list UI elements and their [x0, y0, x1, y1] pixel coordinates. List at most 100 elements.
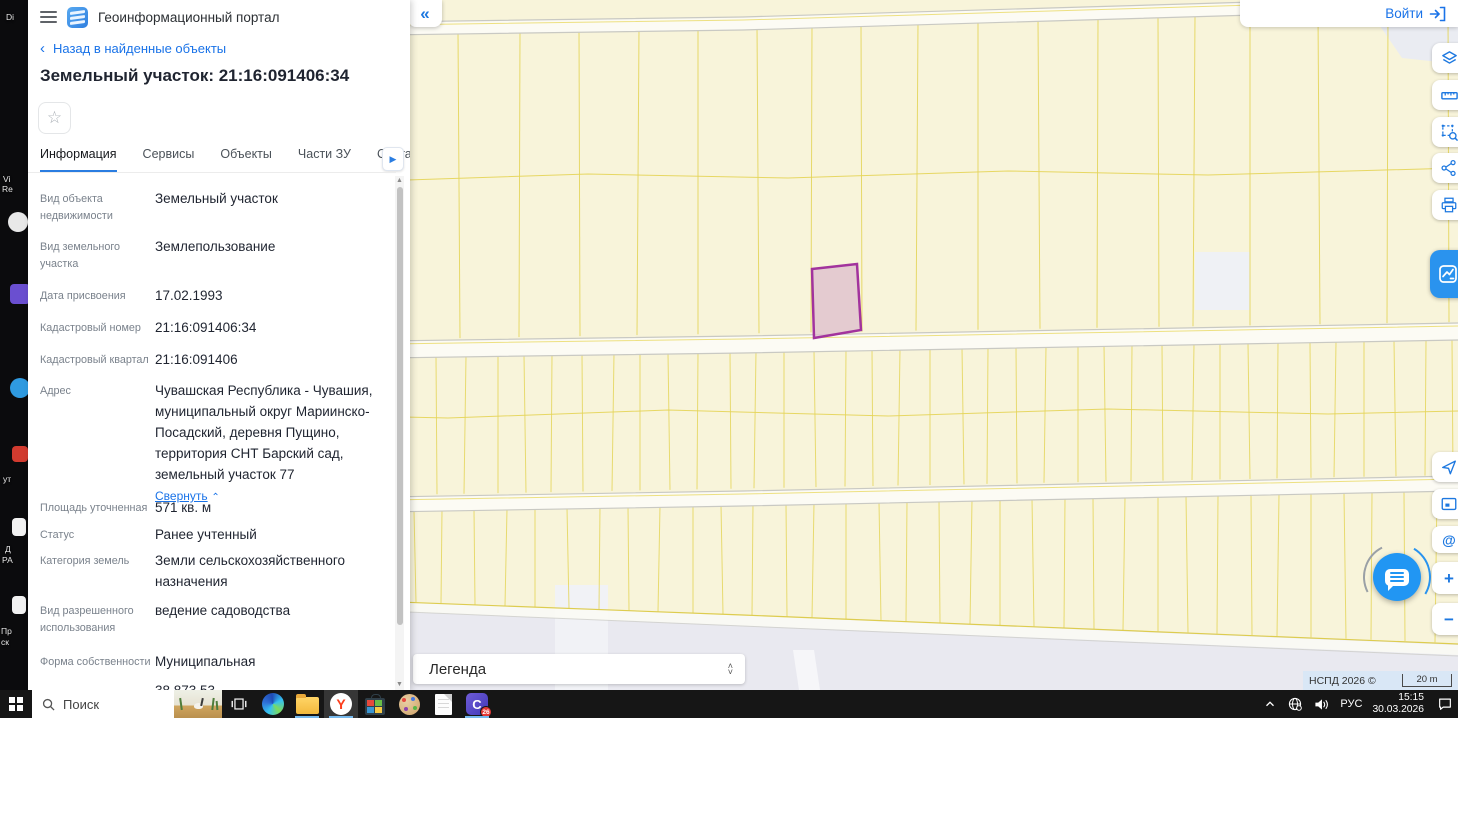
- messenger-taskbar-icon[interactable]: C 26: [460, 690, 494, 718]
- back-link[interactable]: ‹ Назад в найденные объекты: [40, 40, 226, 57]
- favorite-button[interactable]: ☆: [38, 102, 71, 134]
- selected-parcel[interactable]: [812, 264, 861, 338]
- info-row: Форма собственности Муниципальная: [40, 651, 395, 672]
- field-value: 21:16:091406:34: [155, 317, 393, 338]
- field-label: Вид объекта недвижимости: [40, 188, 155, 224]
- layers-button[interactable]: [1432, 43, 1458, 73]
- tray-clock[interactable]: 15:15 30.03.2026: [1367, 690, 1432, 718]
- legend-bar[interactable]: Легенда ˄ ˅: [413, 654, 745, 684]
- object-info-panel: Геоинформационный портал ‹ Назад в найде…: [28, 0, 410, 690]
- yandex-icon: Y: [330, 693, 352, 715]
- app-logo-icon: [67, 7, 88, 28]
- desktop-icon[interactable]: [8, 212, 28, 232]
- field-label: Вид разрешенного использования: [40, 600, 155, 636]
- tray-network-button[interactable]: [1282, 690, 1308, 718]
- printer-icon: [1440, 196, 1458, 214]
- field-label: Вид земельного участка: [40, 236, 155, 272]
- field-value: Муниципальная: [155, 651, 393, 672]
- info-row: Кадастровый номер 21:16:091406:34: [40, 317, 395, 338]
- overview-map-button[interactable]: [1432, 489, 1458, 519]
- desktop-icon[interactable]: [10, 284, 28, 304]
- desktop-icon-label: Д: [5, 544, 11, 554]
- scroll-down-icon[interactable]: ▼: [395, 680, 404, 690]
- task-view-button[interactable]: [222, 690, 256, 718]
- store-taskbar-icon[interactable]: [358, 690, 392, 718]
- mini-map-icon: [1440, 495, 1458, 513]
- area-select-button[interactable]: [1432, 117, 1458, 147]
- paint-palette-icon: [399, 694, 420, 715]
- ruler-icon: [1440, 86, 1458, 105]
- field-value: 571 кв. м: [155, 497, 393, 518]
- tray-show-hidden-button[interactable]: [1258, 690, 1282, 718]
- tabs-more-button[interactable]: ▶: [382, 147, 404, 171]
- paint-taskbar-icon[interactable]: [392, 690, 426, 718]
- tray-volume-button[interactable]: [1308, 690, 1335, 718]
- info-row: Вид земельного участка Землепользование: [40, 236, 395, 272]
- scale-label: 20 m: [1416, 674, 1437, 685]
- tab-objects[interactable]: Объекты: [220, 147, 272, 173]
- back-link-label: Назад в найденные объекты: [53, 41, 226, 56]
- desktop-icon[interactable]: [12, 446, 28, 462]
- menu-icon[interactable]: [40, 8, 57, 26]
- at-icon: @: [1442, 533, 1456, 547]
- map-sheet-icon: [1437, 263, 1458, 285]
- chat-fab[interactable]: [1363, 543, 1431, 611]
- panel-header: Геоинформационный портал: [28, 0, 410, 34]
- measure-button[interactable]: [1432, 80, 1458, 110]
- map-mode-button-active[interactable]: [1430, 250, 1458, 298]
- field-label: Статус: [40, 524, 155, 545]
- field-label: Площадь уточненная: [40, 497, 155, 518]
- tray-time: 15:15: [1398, 692, 1424, 704]
- page-title: Земельный участок: 21:16:091406:34: [40, 66, 349, 86]
- running-indicator: [465, 716, 489, 718]
- chevron-down-icon: ˅: [728, 669, 733, 675]
- taskbar-spacer: [494, 690, 1258, 718]
- windows-taskbar: Поиск Y C: [0, 690, 1458, 718]
- back-icon: ‹: [40, 40, 45, 57]
- desktop-icon[interactable]: [12, 518, 26, 536]
- search-at-button[interactable]: @: [1432, 526, 1458, 553]
- document-taskbar-icon[interactable]: [426, 690, 460, 718]
- scrollbar-thumb[interactable]: [397, 187, 403, 625]
- tab-services[interactable]: Сервисы: [143, 147, 195, 173]
- scale-bar: 20 m: [1402, 674, 1452, 687]
- legend-toggle[interactable]: ˄ ˅: [728, 663, 733, 675]
- tray-language-button[interactable]: РУС: [1335, 690, 1367, 718]
- info-row: Вид разрешенного использования ведение с…: [40, 600, 395, 636]
- speaker-icon: [1313, 697, 1330, 712]
- tab-parcel-parts[interactable]: Части ЗУ: [298, 147, 351, 173]
- action-center-button[interactable]: [1432, 690, 1458, 718]
- edge-taskbar-icon[interactable]: [256, 690, 290, 718]
- collapse-panel-button[interactable]: «: [408, 0, 442, 27]
- start-button[interactable]: [0, 690, 32, 718]
- geolocate-button[interactable]: [1432, 452, 1458, 482]
- login-bar[interactable]: Войти: [1240, 0, 1458, 27]
- desktop-icon[interactable]: [10, 378, 28, 398]
- print-button[interactable]: [1432, 190, 1458, 220]
- zoom-out-button[interactable]: −: [1432, 603, 1458, 635]
- yandex-browser-taskbar-icon[interactable]: Y: [324, 690, 358, 718]
- field-label: Кадастровый квартал: [40, 349, 155, 370]
- folder-icon: [296, 697, 319, 714]
- tray-date: 30.03.2026: [1372, 704, 1424, 716]
- field-label: Дата присвоения: [40, 285, 155, 306]
- edge-icon: [262, 693, 284, 715]
- desktop-icon-label: Vi: [3, 174, 10, 184]
- info-row: Категория земель Земли сельскохозяйствен…: [40, 550, 395, 592]
- search-highlight-image[interactable]: [174, 690, 222, 718]
- running-indicator: [295, 716, 319, 718]
- desktop-icon[interactable]: [12, 596, 26, 614]
- zoom-in-button[interactable]: +: [1432, 562, 1458, 594]
- scroll-up-icon[interactable]: ▲: [395, 176, 404, 186]
- divider: [28, 172, 396, 173]
- panel-scrollbar[interactable]: ▲ ▼: [395, 176, 404, 690]
- share-button[interactable]: [1432, 153, 1458, 183]
- chat-button[interactable]: [1373, 553, 1421, 601]
- taskbar-search[interactable]: Поиск: [32, 690, 222, 718]
- field-value: 21:16:091406: [155, 349, 393, 370]
- arrow-right-icon: ▶: [390, 154, 397, 165]
- file-explorer-taskbar-icon[interactable]: [290, 690, 324, 718]
- tab-information[interactable]: Информация: [40, 147, 117, 173]
- desktop-icon-label: ут: [3, 474, 11, 484]
- desktop-icon-label: ск: [1, 637, 9, 647]
